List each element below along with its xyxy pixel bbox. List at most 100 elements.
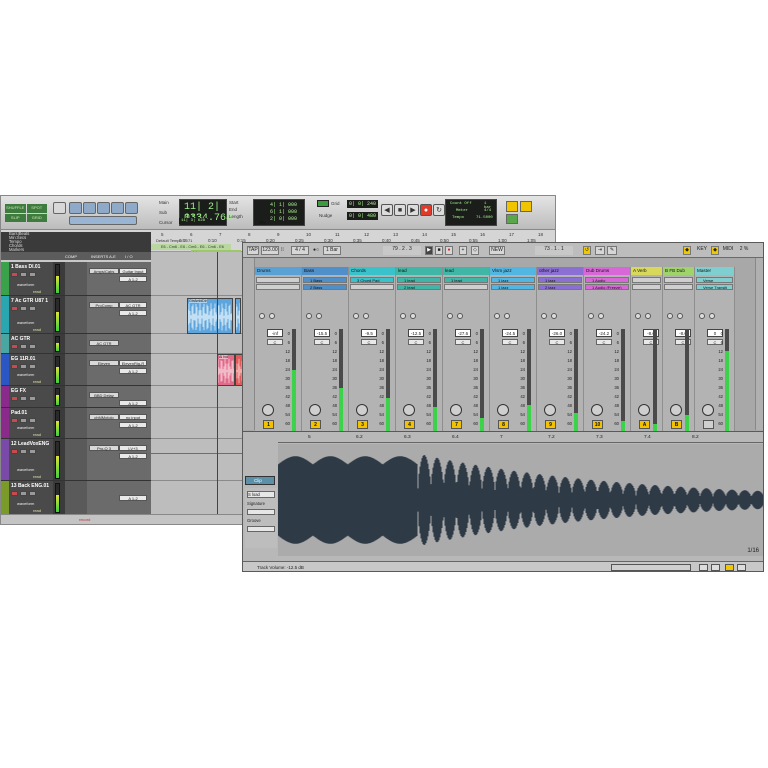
- send-knob-icon[interactable]: [494, 313, 500, 319]
- grid-mode-icon[interactable]: [317, 200, 329, 207]
- solo-button[interactable]: [20, 272, 27, 277]
- grid-mode-button[interactable]: GRID: [26, 213, 47, 222]
- loop-position[interactable]: 73 . 1 . 1: [535, 246, 573, 255]
- send-knobs[interactable]: [257, 313, 299, 321]
- solo-button[interactable]: [20, 491, 27, 496]
- zoom-icon[interactable]: [53, 202, 66, 214]
- record-button[interactable]: [11, 364, 18, 369]
- send-knob-icon[interactable]: [699, 313, 705, 319]
- solo-button[interactable]: [20, 306, 27, 311]
- send-knob-icon[interactable]: [677, 313, 683, 319]
- send-knobs[interactable]: [539, 313, 581, 321]
- activator-knob-icon[interactable]: [638, 404, 650, 416]
- playhead[interactable]: [217, 252, 218, 514]
- track-name[interactable]: EG 11R.01: [11, 356, 35, 362]
- audio-clip[interactable]: GtrAmbiDir: [187, 298, 233, 334]
- shuffle-mode-button[interactable]: SHUFFLE: [5, 204, 26, 213]
- automation-mode[interactable]: read: [33, 327, 41, 332]
- stop-icon[interactable]: ■: [394, 204, 406, 216]
- smart-tool-bar[interactable]: [69, 216, 137, 225]
- send-knob-icon[interactable]: [259, 313, 265, 319]
- activator-knob-icon[interactable]: [356, 404, 368, 416]
- clip-slot[interactable]: 2 jazz: [538, 284, 582, 290]
- midi-view-icon[interactable]: [737, 564, 746, 571]
- track-name[interactable]: EG FX: [11, 388, 26, 394]
- send-knobs[interactable]: [665, 313, 692, 321]
- clip-slot[interactable]: Verse Transiti: [696, 284, 733, 290]
- track-activator-button[interactable]: 7: [451, 420, 462, 429]
- track-title[interactable]: Chords: [349, 267, 395, 275]
- clip-slot[interactable]: [256, 284, 300, 290]
- track-4[interactable]: EG 11R.01 Eleven ElevenRig-R A 1-2 waveform r…: [1, 354, 151, 386]
- mute-button[interactable]: [29, 396, 36, 401]
- clip-name-field[interactable]: S load: [247, 491, 275, 498]
- quantize-field[interactable]: 1 Bar: [323, 246, 341, 255]
- insert-slot[interactable]: ProComp: [89, 302, 119, 308]
- solo-button[interactable]: [20, 449, 27, 454]
- input-selector[interactable]: AC GTR: [119, 302, 147, 308]
- input-selector[interactable]: Guitar Input: [119, 268, 147, 274]
- play-icon[interactable]: ▶: [425, 246, 433, 255]
- insert-slot[interactable]: AC GTR: [89, 340, 119, 346]
- send-knob-icon[interactable]: [635, 313, 641, 319]
- send-knobs[interactable]: [398, 313, 440, 321]
- send-knob-icon[interactable]: [306, 313, 312, 319]
- master-cue-button[interactable]: [703, 420, 714, 429]
- overdub-icon[interactable]: +: [459, 246, 467, 255]
- stop-icon[interactable]: ■: [435, 246, 443, 255]
- send-knob-icon[interactable]: [400, 313, 406, 319]
- track-name[interactable]: 1 Bass DI.01: [11, 264, 40, 270]
- tempo-field[interactable]: 123.00: [261, 246, 279, 255]
- record-button[interactable]: [11, 272, 18, 277]
- clip-overview[interactable]: [611, 564, 691, 571]
- automation-mode[interactable]: read: [33, 379, 41, 384]
- send-knobs[interactable]: [697, 313, 732, 321]
- record-button[interactable]: [11, 396, 18, 401]
- input-selector[interactable]: ElevenRig-R: [119, 360, 147, 366]
- send-knob-icon[interactable]: [353, 313, 359, 319]
- track-1[interactable]: 1 Bass DI.01 Amps/Cabs Guitar Input A 1-2 wa…: [1, 262, 151, 296]
- mute-button[interactable]: [29, 491, 36, 496]
- mute-button[interactable]: [29, 449, 36, 454]
- track-title[interactable]: lead: [443, 267, 489, 275]
- track-title[interactable]: other jazz: [537, 267, 583, 275]
- solo-button[interactable]: [20, 418, 27, 423]
- solo-button[interactable]: [20, 344, 27, 349]
- clip-slot[interactable]: 1 jazz: [538, 277, 582, 283]
- track-name[interactable]: 13 Back ENG.01: [11, 483, 49, 489]
- selector-tool-icon[interactable]: [83, 202, 96, 214]
- loop-icon[interactable]: ↺: [583, 246, 591, 255]
- clip-title-box[interactable]: Clip: [245, 476, 275, 485]
- scene-strip[interactable]: [755, 258, 763, 430]
- new-button[interactable]: NEW: [489, 246, 505, 255]
- clip-waveform[interactable]: [277, 444, 763, 556]
- grid-value[interactable]: 0| 0| 240: [347, 200, 379, 208]
- track-activator-button[interactable]: 9: [545, 420, 556, 429]
- output-selector[interactable]: A 1-2: [119, 310, 147, 316]
- groove-field[interactable]: [247, 526, 275, 532]
- track-title[interactable]: A Verb: [631, 267, 662, 275]
- play-icon[interactable]: ▶: [407, 204, 419, 216]
- track-activator-button[interactable]: 3: [357, 420, 368, 429]
- midi-merge-icon[interactable]: [506, 201, 518, 212]
- track-2[interactable]: 7 Ac GTR U87 1 ProComp AC GTR A 1-2 waveform…: [1, 296, 151, 334]
- send-knob-icon[interactable]: [551, 313, 557, 319]
- mute-button[interactable]: [29, 364, 36, 369]
- link-icon[interactable]: [506, 214, 518, 224]
- record-button[interactable]: [11, 418, 18, 423]
- spot-mode-button[interactable]: SPOT: [26, 204, 47, 213]
- scrubber-tool-icon[interactable]: [111, 202, 124, 214]
- insert-slot[interactable]: BBD Delay: [89, 392, 119, 398]
- send-knobs[interactable]: [304, 313, 346, 321]
- grabber-tool-icon[interactable]: [97, 202, 110, 214]
- detail-view-icon[interactable]: [699, 564, 708, 571]
- record-icon[interactable]: ●: [445, 246, 453, 255]
- view-selector[interactable]: waveform: [17, 425, 34, 430]
- activator-knob-icon[interactable]: [497, 404, 509, 416]
- record-button[interactable]: [11, 491, 18, 496]
- output-selector[interactable]: A 1-2: [119, 400, 147, 406]
- mute-button[interactable]: [29, 344, 36, 349]
- send-knobs[interactable]: [351, 313, 393, 321]
- track-6[interactable]: Pad.01 chMMotolo no input A 1-2 waveform read: [1, 408, 151, 439]
- record-button[interactable]: [11, 306, 18, 311]
